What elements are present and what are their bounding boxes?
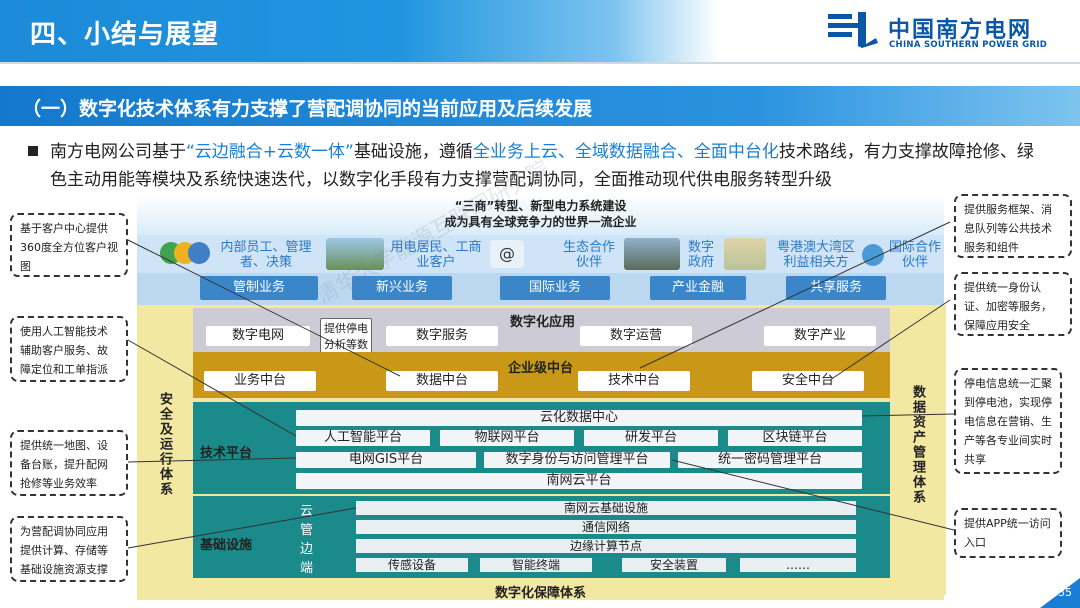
infra-layer-title: 基础设施 — [200, 538, 253, 553]
callout-identity: 提供统一身份认证、加密等服务，保障应用安全 — [954, 272, 1072, 336]
stakeholder-staff: 内部员工、管理者、决策 — [220, 240, 312, 270]
stakeholder-gov: 数字政府 — [687, 240, 714, 270]
biz-regulated: 管制业务 — [200, 276, 318, 300]
section-title: （一）数字化技术体系有力支撑了营配调协同的当前应用及后续发展 — [22, 98, 593, 120]
vision-line-1: “三商”转型、新型电力系统建设 — [454, 199, 627, 213]
infra-letter-edge: 边 — [300, 542, 314, 557]
app-digital-industry: 数字产业 — [764, 326, 876, 346]
csg-cloud-platform: 南网云平台 — [296, 473, 862, 489]
para-text-1: 南方电网公司基于 — [50, 142, 186, 162]
map-image — [724, 238, 766, 270]
infra-more: …… — [740, 558, 856, 572]
para-highlight-2: 全业务上云、全域数据融合、全面中台化 — [472, 142, 779, 162]
callout-outage-pool: 停电信息统一汇聚到停电池，实现停电信息在营销、生产等各专业间实时共享 — [954, 368, 1062, 474]
page-title: 四、小结与展望 — [30, 20, 220, 50]
app-digital-ops: 数字运营 — [580, 326, 692, 346]
infra-cloud: 南网云基础设施 — [356, 501, 856, 515]
iot-platform: 物联网平台 — [440, 430, 574, 446]
data-asset-label: 数据资产管理体系 — [910, 385, 925, 505]
ent-tech: 技术中台 — [578, 371, 690, 391]
callout-gis-map: 提供统一地图、设备台账，提升配网抢修等业务效率 — [10, 430, 128, 496]
app-layer-title: 数字化应用 — [510, 315, 576, 330]
app-digital-service: 数字服务 — [386, 326, 498, 346]
para-text-2: 基础设施，遵循 — [353, 142, 473, 162]
callout-service-framework: 提供服务框架、消息队列等公共技术服务和组件 — [954, 194, 1072, 258]
stakeholder-partners: 生态合作伙伴 — [562, 240, 615, 270]
enterprise-layer-title: 企业级中台 — [508, 361, 574, 376]
tech-layer-title: 技术平台 — [200, 446, 253, 461]
logo-text-en: CHINA SOUTHERN POWER GRID — [889, 40, 1048, 50]
infra-letter-cloud: 云 — [300, 504, 314, 519]
bullet-square-icon — [28, 146, 38, 156]
infra-terminals: 智能终端 — [480, 558, 592, 572]
infra-network: 通信网络 — [356, 520, 856, 534]
ent-business: 业务中台 — [204, 371, 316, 391]
infra-sensors: 传感设备 — [356, 558, 468, 572]
app-digital-grid: 数字电网 — [206, 326, 310, 346]
gis-platform: 电网GIS平台 — [296, 452, 476, 468]
callout-app-entry: 提供APP统一访问入口 — [954, 508, 1062, 558]
identity-platform: 数字身份与访问管理平台 — [484, 452, 670, 468]
stakeholder-intl: 国际合作伙伴 — [888, 240, 941, 270]
blockchain-platform: 区块链平台 — [728, 430, 862, 446]
guarantee-label: 数字化保障体系 — [494, 586, 586, 601]
cloud-datacenter: 云化数据中心 — [296, 410, 862, 426]
security-ops-label: 安全及运行体系 — [157, 392, 172, 497]
callout-ai-service: 使用人工智能技术辅助客户服务、故障定位和工单指派 — [10, 316, 128, 382]
ent-data: 数据中台 — [386, 371, 498, 391]
infra-edge: 边缘计算节点 — [356, 539, 856, 553]
stakeholder-gba: 粤港澳大湾区利益相关方 — [776, 240, 855, 270]
ai-platform: 人工智能平台 — [296, 430, 430, 446]
header-divider — [0, 62, 1080, 64]
vision-line-2: 成为具有全球竞争力的世界一流企业 — [444, 215, 637, 229]
intro-paragraph: 南方电网公司基于“云边融合+云数一体”基础设施，遵循全业务上云、全域数据融合、全… — [50, 138, 1050, 194]
callout-customer-view: 基于客户中心提供360度全方位客户视图 — [10, 213, 128, 277]
csg-logo-icon — [828, 12, 878, 48]
infra-letter-pipe: 管 — [300, 523, 314, 538]
email-icon: @ — [490, 240, 524, 268]
government-image — [624, 238, 680, 270]
globe-icon — [862, 244, 884, 266]
rd-platform: 研发平台 — [584, 430, 718, 446]
biz-finance: 产业金融 — [650, 276, 746, 300]
para-highlight-1: “云边融合+云数一体” — [186, 142, 354, 162]
infra-security-devices: 安全装置 — [622, 558, 726, 572]
callout-infra-support: 为营配调协同应用提供计算、存储等基础设施资源支撑 — [10, 516, 128, 582]
crypto-platform: 统一密码管理平台 — [678, 452, 862, 468]
biz-international: 国际业务 — [500, 276, 610, 300]
ent-security: 安全中台 — [752, 371, 864, 391]
biz-shared: 共享服务 — [786, 276, 886, 300]
page-number: 35 — [1058, 586, 1072, 599]
infra-letter-end: 端 — [300, 561, 314, 576]
